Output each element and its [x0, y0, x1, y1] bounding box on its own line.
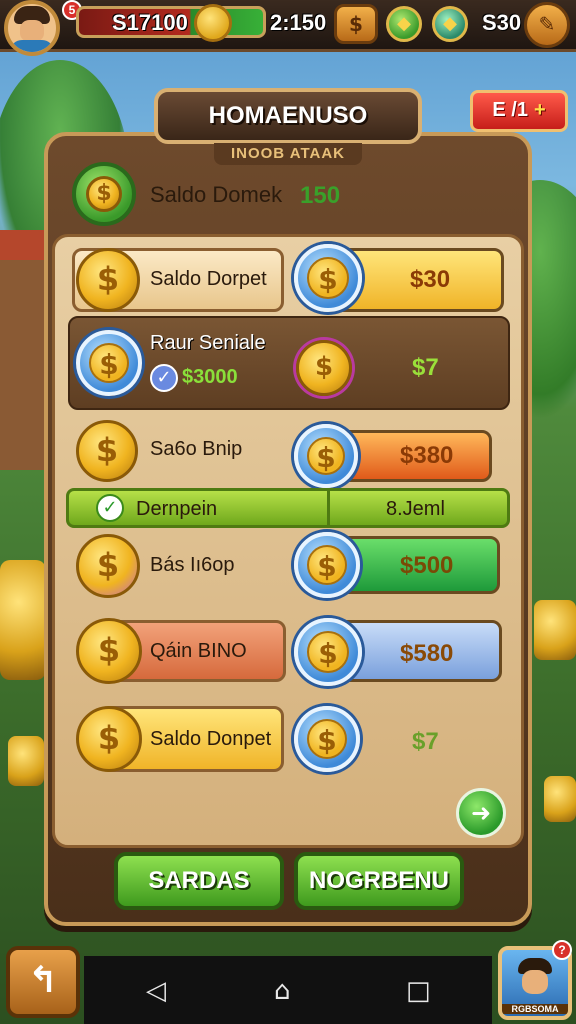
- chest-icon[interactable]: $: [334, 4, 378, 44]
- balance-header: $ Saldo Domek 150: [66, 160, 506, 230]
- check-icon: ✓: [96, 494, 124, 522]
- profile-label: RGBSOMA: [502, 1004, 568, 1014]
- add-currency-button[interactable]: E /1 +: [470, 90, 568, 132]
- row-4-value: $500: [400, 552, 454, 579]
- coin-pile-right: [534, 600, 576, 660]
- coin-icon: $: [76, 420, 138, 482]
- secondary-button[interactable]: NOGRBENU: [294, 852, 464, 910]
- coin-pile-left-small: [8, 736, 44, 786]
- row-4-label: Bás Iı6op: [150, 554, 235, 576]
- coin-icon: $: [76, 330, 142, 396]
- verified-icon: ✓: [150, 364, 178, 392]
- status-left: Dernpein: [136, 498, 218, 520]
- primary-button[interactable]: SARDAS: [114, 852, 284, 910]
- coin-icon: $: [76, 618, 142, 684]
- balance-value: 150: [300, 182, 341, 209]
- panel-title: HOMAENUSO: [154, 88, 422, 144]
- balance-label: Saldo Domek: [150, 182, 283, 207]
- wallet-icon: $: [72, 162, 136, 226]
- row-1-value: $30: [410, 266, 451, 293]
- coin-pile-right-small: [544, 776, 576, 822]
- add-currency-label: E /1: [492, 99, 528, 121]
- coin-icon: $: [294, 424, 358, 488]
- coin-icon: $: [294, 532, 360, 598]
- plus-icon: +: [533, 99, 546, 121]
- player-avatar[interactable]: [4, 0, 60, 56]
- coin-icon: $: [294, 618, 362, 686]
- row-6-label: Saldo Donpet: [150, 728, 272, 750]
- top-hud: 5 S17100 2:150 $ ◆ ◆ S30 ✎: [0, 0, 576, 56]
- diamond-icon: ◆: [432, 6, 468, 42]
- recents-icon[interactable]: □: [406, 976, 431, 1006]
- coin-icon: $: [294, 706, 360, 772]
- home-icon[interactable]: ⌂: [274, 976, 291, 1006]
- coin-icon: $: [76, 706, 142, 772]
- coins-value: S17100: [112, 10, 188, 35]
- timer-text: 2:150: [270, 10, 327, 35]
- gems-value: S30: [482, 10, 522, 35]
- coin-icon: $: [294, 244, 362, 312]
- row-6-value: $7: [412, 728, 439, 755]
- row-1-label: Saldo Dorpet: [150, 268, 267, 290]
- coin-pile-left: [0, 560, 46, 680]
- row-2-sub-value: $3000: [182, 366, 238, 388]
- coin-icon: $: [296, 340, 352, 396]
- settings-icon[interactable]: ✎: [524, 2, 570, 48]
- go-arrow-icon[interactable]: ➜: [456, 788, 506, 838]
- back-arrow-icon[interactable]: ↰: [6, 946, 80, 1018]
- nav-back-icon[interactable]: ◁: [146, 976, 166, 1006]
- row-2-label: Raur Seniale: [150, 332, 266, 354]
- system-nav-bar: ◁ ⌂ □: [84, 956, 492, 1024]
- gem-icon[interactable]: ◆: [386, 6, 422, 42]
- profile-alert-badge: ?: [552, 940, 572, 960]
- coin-icon: $: [76, 248, 140, 312]
- row-5-label: Qáin BINO: [150, 640, 247, 662]
- row-2-value: $7: [412, 354, 439, 381]
- coin-icon: [194, 4, 232, 42]
- coin-icon: $: [76, 534, 140, 598]
- row-5-value: $580: [400, 640, 454, 667]
- row-3-value: $380: [400, 442, 454, 469]
- row-3-label: Sa6o Bnip: [150, 438, 243, 460]
- status-right: 8.Jeml: [386, 498, 445, 520]
